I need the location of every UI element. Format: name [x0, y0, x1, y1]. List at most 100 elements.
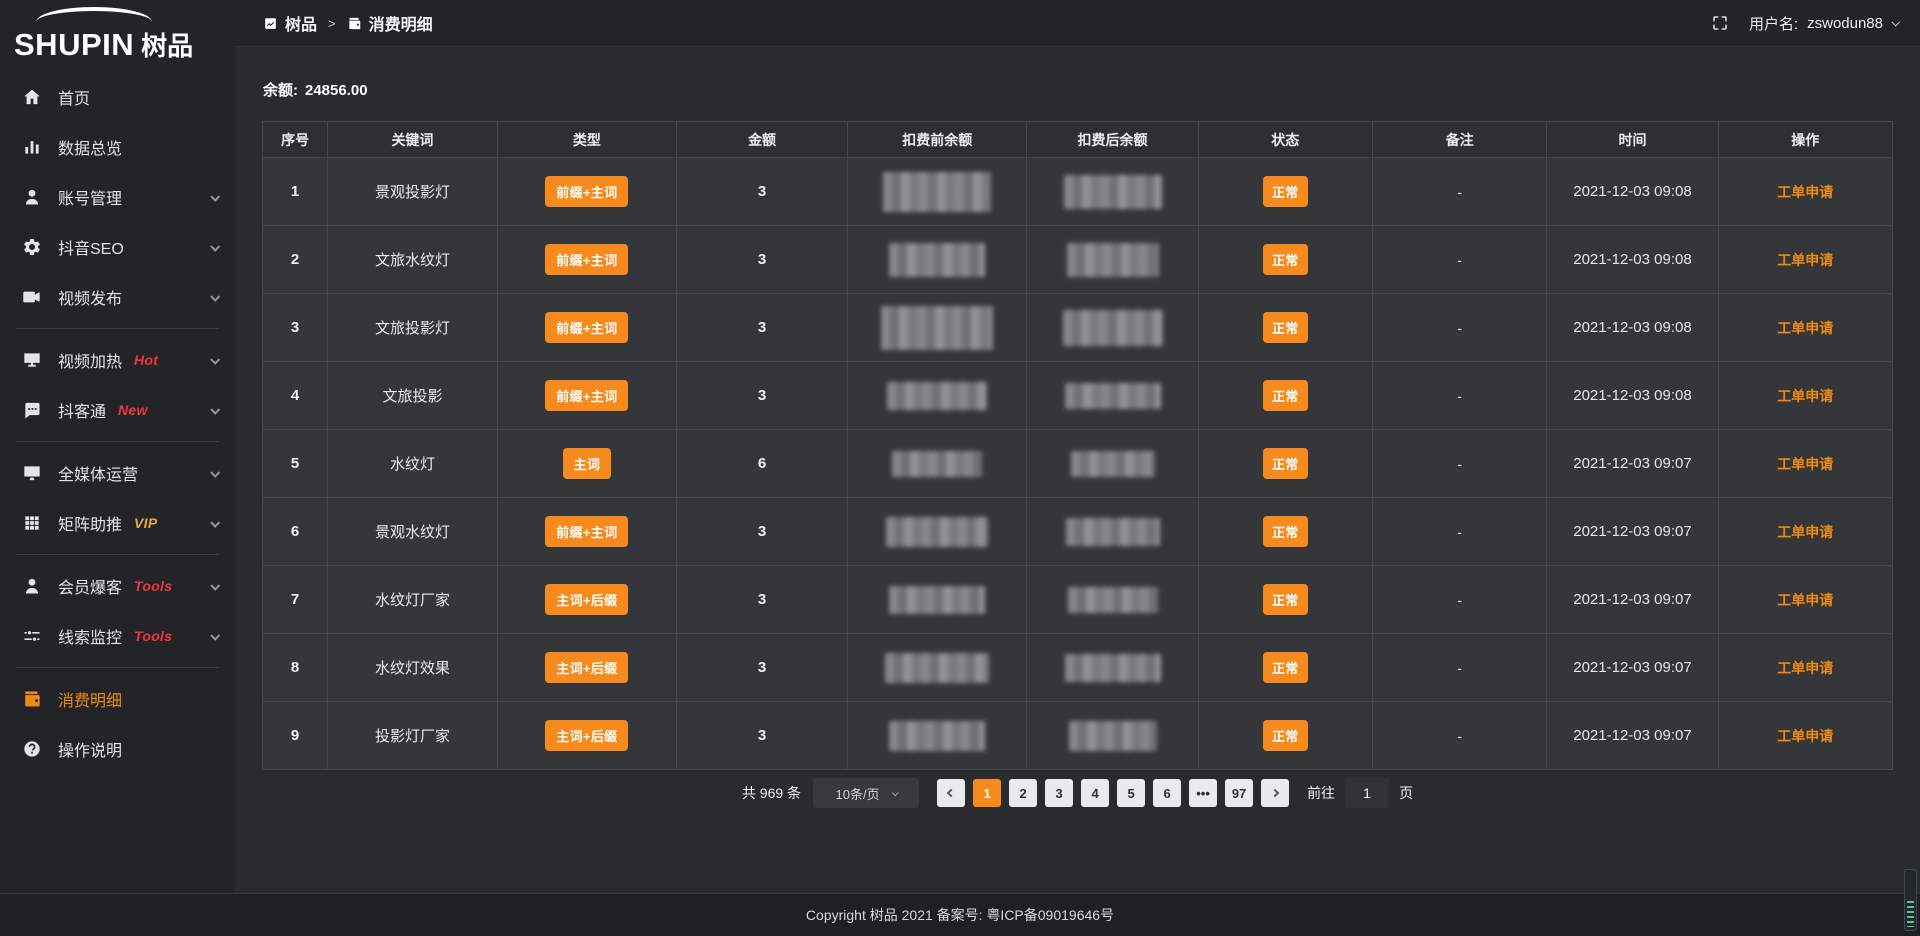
sidebar-item-会员爆客[interactable]: 会员爆客Tools	[0, 561, 235, 611]
cell-status: 正常	[1198, 158, 1372, 226]
column-header-时间: 时间	[1547, 122, 1718, 158]
breadcrumb-item-消费明细[interactable]: 消费明细	[347, 11, 433, 35]
work-order-link[interactable]: 工单申请	[1777, 660, 1833, 676]
sidebar-item-视频发布[interactable]: 视频发布	[0, 272, 235, 322]
goto-page-input[interactable]	[1345, 778, 1389, 808]
cell-balance-after	[1027, 634, 1198, 702]
screen-icon	[22, 350, 42, 370]
cell-remark: -	[1372, 294, 1546, 362]
cell-index: 6	[263, 498, 328, 566]
cell-remark: -	[1372, 566, 1546, 634]
work-order-link[interactable]: 工单申请	[1777, 320, 1833, 336]
sidebar-item-矩阵助推[interactable]: 矩阵助推VIP	[0, 498, 235, 548]
cell-status: 正常	[1198, 362, 1372, 430]
breadcrumb-label: 树品	[285, 11, 317, 35]
wallet-icon	[22, 689, 42, 709]
page-button-97[interactable]: 97	[1225, 779, 1253, 807]
table-row: 5水纹灯主词6正常-2021-12-03 09:07工单申请	[263, 430, 1893, 498]
panel-icon	[263, 16, 278, 31]
cell-keyword: 文旅投影灯	[328, 294, 498, 362]
table-row: 9投影灯厂家主词+后缀3正常-2021-12-03 09:07工单申请	[263, 702, 1893, 770]
type-badge: 主词+后缀	[545, 720, 628, 751]
type-badge: 主词+后缀	[545, 584, 628, 615]
fullscreen-icon[interactable]	[1711, 14, 1729, 32]
page-button-4[interactable]: 4	[1081, 779, 1109, 807]
cell-keyword: 水纹灯厂家	[328, 566, 498, 634]
breadcrumb-separator: >	[328, 16, 336, 31]
sidebar-item-label: 线索监控	[58, 624, 122, 648]
sidebar-menu: 首页数据总览账号管理抖音SEO 视频发布视频加热Hot抖客通New 全媒体运营矩阵助…	[0, 72, 235, 774]
cell-amount: 3	[677, 226, 848, 294]
work-order-link[interactable]: 工单申请	[1777, 252, 1833, 268]
cell-remark: -	[1372, 702, 1546, 770]
sidebar-item-消费明细[interactable]: 消费明细	[0, 674, 235, 724]
column-header-操作: 操作	[1718, 122, 1892, 158]
balance-value: 24856.00	[305, 82, 368, 99]
page-button-2[interactable]: 2	[1009, 779, 1037, 807]
sidebar-item-抖客通[interactable]: 抖客通New	[0, 385, 235, 435]
monitor-icon	[22, 463, 42, 483]
sidebar-item-tag: VIP	[134, 515, 157, 531]
masked-balance-after	[1066, 518, 1160, 546]
balance: 余额:24856.00	[262, 47, 1893, 100]
page-size-select[interactable]: 10条/页	[813, 778, 919, 808]
breadcrumb: 树品 > 消费明细	[263, 11, 433, 35]
work-order-link[interactable]: 工单申请	[1777, 456, 1833, 472]
page-button-6[interactable]: 6	[1153, 779, 1181, 807]
sidebar-item-数据总览[interactable]: 数据总览	[0, 122, 235, 172]
sidebar-item-操作说明[interactable]: 操作说明	[0, 724, 235, 774]
column-header-关键词: 关键词	[328, 122, 498, 158]
type-badge: 主词	[563, 448, 612, 479]
prev-page-button[interactable]	[937, 779, 965, 807]
masked-balance-after	[1064, 175, 1162, 209]
work-order-link[interactable]: 工单申请	[1777, 524, 1833, 540]
sidebar-item-账号管理[interactable]: 账号管理	[0, 172, 235, 222]
breadcrumb-item-树品[interactable]: 树品	[263, 11, 317, 35]
sidebar-item-label: 抖音SEO	[58, 235, 124, 259]
page-button-3[interactable]: 3	[1045, 779, 1073, 807]
sidebar-item-线索监控[interactable]: 线索监控Tools	[0, 611, 235, 661]
bar-chart-icon	[22, 137, 42, 157]
username-value: zswodun88	[1807, 15, 1883, 32]
sidebar-divider	[16, 667, 219, 668]
masked-balance-after	[1063, 310, 1163, 346]
logo: SHUPIN 树品	[0, 0, 235, 66]
cell-status: 正常	[1198, 430, 1372, 498]
work-order-link[interactable]: 工单申请	[1777, 388, 1833, 404]
work-order-link[interactable]: 工单申请	[1777, 184, 1833, 200]
cell-balance-before	[848, 498, 1027, 566]
work-order-link[interactable]: 工单申请	[1777, 592, 1833, 608]
work-order-link[interactable]: 工单申请	[1777, 728, 1833, 744]
corner-widget-stripes	[1907, 901, 1914, 927]
page-ellipsis[interactable]: •••	[1189, 779, 1217, 807]
cell-action: 工单申请	[1718, 498, 1892, 566]
sidebar-item-全媒体运营[interactable]: 全媒体运营	[0, 448, 235, 498]
chevron-down-icon	[210, 467, 220, 477]
cell-remark: -	[1372, 498, 1546, 566]
cell-balance-after	[1027, 498, 1198, 566]
status-badge: 正常	[1263, 176, 1308, 207]
column-header-扣费前余额: 扣费前余额	[848, 122, 1027, 158]
logo-text-cn: 树品	[141, 33, 193, 60]
page-button-1[interactable]: 1	[973, 779, 1001, 807]
chevron-down-icon	[210, 241, 220, 251]
chevron-down-icon	[210, 404, 220, 414]
user-dropdown[interactable]: 用户名: zswodun88	[1749, 13, 1898, 34]
main-column: 树品 > 消费明细 用户名: zswodun88 余额:24856.00	[235, 0, 1920, 893]
cell-balance-after	[1027, 226, 1198, 294]
total-count: 共 969 条	[742, 783, 801, 803]
cell-status: 正常	[1198, 702, 1372, 770]
cell-time: 2021-12-03 09:07	[1547, 498, 1718, 566]
cell-balance-after	[1027, 294, 1198, 362]
cell-time: 2021-12-03 09:07	[1547, 566, 1718, 634]
page-button-5[interactable]: 5	[1117, 779, 1145, 807]
sidebar-item-首页[interactable]: 首页	[0, 72, 235, 122]
sidebar-item-视频加热[interactable]: 视频加热Hot	[0, 335, 235, 385]
sidebar-item-label: 抖客通	[58, 398, 106, 422]
sliders-icon	[22, 626, 42, 646]
consumption-table: 序号关键词类型金额扣费前余额扣费后余额状态备注时间操作 1景观投影灯前缀+主词3…	[262, 121, 1893, 770]
next-page-button[interactable]	[1261, 779, 1289, 807]
cell-remark: -	[1372, 158, 1546, 226]
corner-widget[interactable]	[1904, 869, 1917, 931]
sidebar-item-抖音SEO[interactable]: 抖音SEO	[0, 222, 235, 272]
